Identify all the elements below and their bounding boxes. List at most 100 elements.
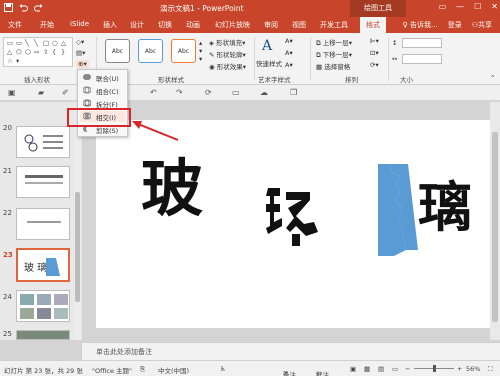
tab-developer[interactable]: 开发工具	[320, 20, 348, 30]
style-preset-2[interactable]: Abc	[138, 39, 163, 63]
height-input[interactable]	[402, 38, 442, 48]
slide-scrollbar[interactable]	[490, 102, 500, 340]
tab-review[interactable]: 审阅	[264, 20, 278, 30]
rectangle-icon[interactable]: ▭	[7, 39, 13, 47]
star-icon[interactable]: ☆	[7, 57, 13, 65]
share-button[interactable]: ⚇共享	[472, 20, 492, 30]
tab-format[interactable]: 格式	[360, 17, 386, 33]
tab-view[interactable]: 视图	[292, 20, 306, 30]
merge-shapes-button[interactable]: ⊕▾	[76, 60, 89, 68]
text-fill-icon[interactable]: A▾	[285, 37, 293, 45]
pentagon-icon[interactable]: ⬠	[16, 48, 22, 56]
shape-fill-button[interactable]: ◈ 形状填充▾	[209, 37, 245, 47]
gallery-scroll-down[interactable]: ▾	[199, 47, 202, 55]
send-backward-button[interactable]: ⧉ 下移一层▾	[316, 49, 352, 60]
tab-insert[interactable]: 插入	[103, 20, 117, 30]
shape-effect-button[interactable]: ◉ 形状效果▾	[209, 61, 246, 71]
slide-sorter-icon[interactable]: ▦	[364, 365, 370, 373]
slide-thumbnail-24[interactable]	[16, 290, 70, 322]
wordart-a-icon[interactable]: A	[262, 38, 272, 54]
chevron-down-icon[interactable]: ▾	[16, 57, 19, 65]
style-preset-3[interactable]: Abc	[171, 39, 196, 63]
notes-pane[interactable]: 单击此处添加备注	[82, 342, 500, 360]
folder-icon[interactable]: ▰	[38, 88, 44, 97]
arrow-icon[interactable]: ⇧	[43, 48, 48, 56]
slide-thumbnail-23[interactable]: 玻 璃	[16, 248, 70, 282]
group-icon[interactable]: ⊡▾	[370, 49, 379, 57]
slideshow-icon[interactable]: ▭	[392, 365, 398, 373]
refresh-icon[interactable]: ⟳	[205, 88, 212, 97]
scroll-thumb[interactable]	[492, 132, 498, 322]
maximize-button[interactable]: ☐	[474, 2, 481, 11]
brace-icon[interactable]: }	[61, 48, 65, 56]
menu-item-combine[interactable]: 组合(C)	[80, 85, 126, 96]
rotate-icon[interactable]: ⟳▾	[370, 61, 379, 69]
hexagon-icon[interactable]: ⬡	[25, 48, 31, 56]
line-icon[interactable]: ╲	[25, 39, 29, 47]
style-preset-1[interactable]: Abc	[105, 39, 130, 63]
tell-me-search[interactable]: ♀ 告诉我...	[403, 20, 438, 30]
accessibility-check-icon[interactable]: ♿	[220, 365, 226, 373]
menu-item-union[interactable]: 联合(U)	[80, 72, 126, 83]
fit-to-window-icon[interactable]: ⛶	[488, 365, 493, 374]
gallery-scroll-up[interactable]: ▴	[199, 39, 202, 47]
copy-icon[interactable]: ❐	[290, 88, 297, 97]
tab-animations[interactable]: 动画	[186, 20, 200, 30]
width-input[interactable]	[402, 54, 442, 64]
tab-design[interactable]: 设计	[130, 20, 144, 30]
save-icon[interactable]: ▣	[8, 88, 16, 97]
zoom-out-button[interactable]: −	[405, 365, 410, 373]
undo-icon[interactable]	[19, 3, 28, 12]
slide-thumbnail-20[interactable]	[16, 126, 70, 158]
redo-icon[interactable]: ↷	[176, 88, 183, 97]
slide-thumbnail-22[interactable]	[16, 208, 70, 240]
slide-thumbnail-25[interactable]	[16, 330, 70, 340]
edit-shape-icon[interactable]: ◇▾	[76, 38, 84, 46]
redo-icon[interactable]	[34, 3, 43, 12]
align-icon[interactable]: ⊫▾	[370, 37, 379, 45]
accessibility-icon[interactable]: ⎘	[140, 365, 145, 374]
zoom-slider-handle[interactable]	[433, 365, 436, 372]
arrow-icon[interactable]: ⇨	[34, 48, 39, 56]
tab-transitions[interactable]: 切换	[158, 20, 172, 30]
undo-icon[interactable]: ↶	[150, 88, 157, 97]
tab-slideshow[interactable]: 幻灯片放映	[215, 20, 250, 30]
intersected-shape[interactable]	[266, 182, 326, 248]
collapse-ribbon-icon[interactable]: ⌃	[490, 74, 495, 82]
cloud-icon[interactable]: ☁	[260, 88, 268, 97]
zoom-level[interactable]: 56%	[466, 365, 480, 373]
shape-outline-button[interactable]: ✎ 形状轮廓▾	[209, 49, 246, 59]
login-link[interactable]: 登录	[448, 20, 462, 30]
tab-islide[interactable]: iSlide	[70, 20, 89, 28]
close-button[interactable]: ✕	[491, 2, 498, 11]
slide-thumbnail-21[interactable]	[16, 166, 70, 198]
tab-file[interactable]: 文件	[8, 20, 22, 30]
save-icon[interactable]	[4, 3, 13, 12]
bring-forward-button[interactable]: ⧉ 上移一层▾	[316, 37, 352, 48]
minimize-button[interactable]: —	[456, 2, 464, 11]
slide-text-glass[interactable]: 玻	[141, 158, 203, 220]
zoom-in-button[interactable]: +	[457, 365, 462, 373]
rectangle-icon[interactable]: ▭	[232, 88, 240, 97]
text-effect-icon[interactable]: A▾	[285, 61, 293, 69]
scroll-thumb[interactable]	[75, 192, 80, 302]
tab-home[interactable]: 开始	[40, 20, 54, 30]
gallery-more[interactable]: ▾	[199, 55, 202, 63]
thumbnails-scrollbar[interactable]	[74, 102, 81, 340]
reading-view-icon[interactable]: ▤	[378, 365, 384, 373]
ribbon-display-button[interactable]: ▭	[439, 2, 447, 11]
text-outline-icon[interactable]: A▾	[285, 49, 293, 57]
selection-pane-button[interactable]: ▦ 选择窗格	[316, 61, 350, 71]
circle-icon[interactable]: ○	[52, 39, 58, 47]
language-indicator[interactable]: 中文(中国)	[158, 365, 189, 375]
rectangle-icon[interactable]: □	[43, 39, 49, 47]
brush-icon[interactable]: ✐	[62, 88, 69, 97]
slide-text-li[interactable]: 璃	[418, 180, 472, 234]
shapes-gallery[interactable]: ▭ ▭ ╲ ╲ □ ○ △ △ ⬠ ⬡ ⇨ ⇧ { } ☆ ▾	[3, 37, 73, 67]
triangle-icon[interactable]: △	[61, 39, 66, 47]
triangle-icon[interactable]: △	[7, 48, 12, 56]
brace-icon[interactable]: {	[52, 48, 56, 56]
text-box-icon[interactable]: ▤▾	[76, 49, 85, 57]
quick-styles-button[interactable]: 快速样式	[256, 58, 282, 68]
slide-canvas[interactable]: 玻 璃	[96, 120, 490, 328]
